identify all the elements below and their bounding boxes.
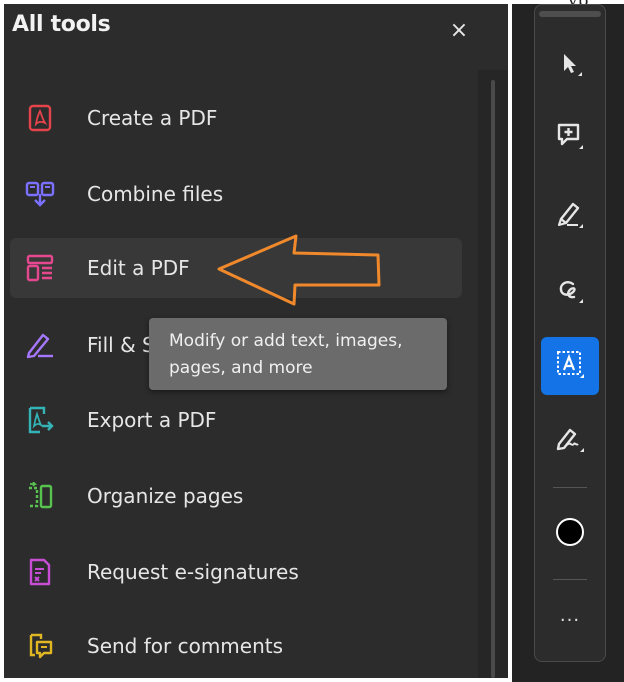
tool-label: Fill & S [87,333,155,357]
freehand-draw-icon [554,274,586,310]
tool-label: Organize pages [87,484,244,508]
color-picker-button[interactable] [541,505,599,563]
create-pdf-icon [24,102,56,134]
highlighter-icon [554,198,586,234]
more-tools-button[interactable]: ··· [541,611,599,641]
tool-label: Send for comments [87,634,284,658]
quick-tools-toolbar: ··· [534,4,606,662]
tool-label: Export a PDF [87,408,217,432]
panel-title: All tools [12,12,111,37]
combine-files-icon [24,178,56,210]
tool-request-esignatures[interactable]: Request e-signatures [10,542,462,602]
tool-create-pdf[interactable]: Create a PDF [10,88,462,148]
text-box-icon [553,347,587,385]
scrollbar-thumb[interactable] [491,80,495,678]
tooltip: Modify or add text, images, pages, and m… [149,318,447,390]
add-comment-icon [554,120,586,156]
tooltip-line-1: Modify or add text, images, [169,331,403,351]
tool-label: Create a PDF [87,106,218,130]
draw-tool-button[interactable] [541,263,599,321]
tool-label: Edit a PDF [87,256,190,280]
tool-label: Request e-signatures [87,560,299,584]
tool-combine-files[interactable]: Combine files [10,164,462,224]
export-pdf-icon [24,404,56,436]
highlight-tool-button[interactable] [541,187,599,245]
color-dot-icon [554,516,586,552]
text-select-tool-button[interactable] [541,337,599,395]
toolbar-divider [553,487,587,488]
more-horizontal-icon: ··· [559,610,581,631]
tool-send-comments[interactable]: Send for comments [10,616,462,676]
send-comments-icon [24,630,56,662]
request-esign-icon [24,556,56,588]
tool-edit-pdf[interactable]: Edit a PDF [10,238,462,298]
close-icon: × [449,18,469,43]
sign-tool-button[interactable] [541,411,599,469]
cursor-arrow-icon [555,49,585,83]
tooltip-line-2: pages, and more [169,358,313,378]
pen-sign-icon [553,422,587,458]
scrollbar[interactable] [478,70,508,678]
select-tool-button[interactable] [541,37,599,95]
organize-pages-icon [24,480,56,512]
fill-sign-icon [24,329,56,361]
close-button[interactable]: × [446,18,472,44]
tool-label: Combine files [87,182,224,206]
toolbar-divider [553,579,587,580]
tool-organize-pages[interactable]: Organize pages [10,466,462,526]
edit-pdf-icon [24,252,56,284]
add-comment-button[interactable] [541,109,599,167]
tool-export-pdf[interactable]: Export a PDF [10,390,462,450]
toolbar-grip-handle[interactable] [539,11,601,17]
